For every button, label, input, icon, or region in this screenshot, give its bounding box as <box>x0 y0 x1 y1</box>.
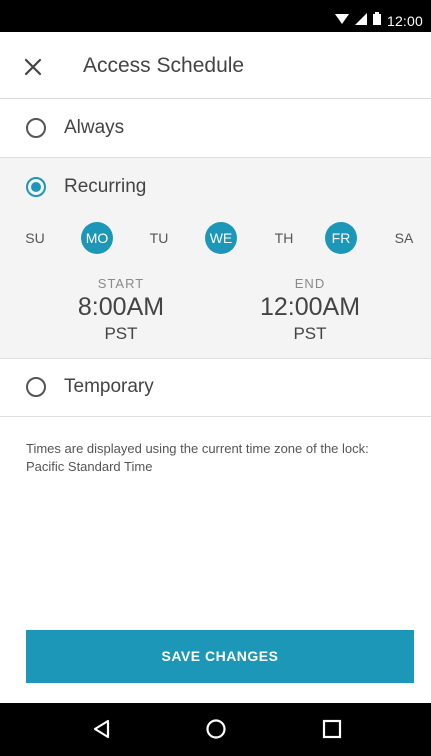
page-title: Access Schedule <box>83 54 245 77</box>
start-timezone: PST <box>104 324 138 343</box>
option-recurring-row[interactable]: Recurring SU MO TU WE TH FR SA START 8:0… <box>0 158 431 359</box>
timezone-note: Times are displayed using the current ti… <box>26 441 369 474</box>
always-label: Always <box>64 117 125 138</box>
battery-icon <box>372 12 381 30</box>
day-thursday[interactable]: TH <box>268 222 300 254</box>
day-saturday[interactable]: SA <box>388 222 420 254</box>
end-caption: END <box>294 276 326 291</box>
day-wednesday[interactable]: WE <box>205 222 237 254</box>
start-caption: START <box>97 276 145 291</box>
status-time: 12:00 <box>386 13 423 29</box>
day-sunday[interactable]: SU <box>19 222 51 254</box>
day-selector: SU MO TU WE TH FR SA <box>0 220 431 256</box>
temporary-label: Temporary <box>64 376 154 397</box>
recurring-radio[interactable] <box>26 177 46 197</box>
back-triangle-icon <box>93 719 110 739</box>
option-temporary-row[interactable]: Temporary <box>0 359 431 417</box>
day-friday[interactable]: FR <box>325 222 357 254</box>
end-time[interactable]: END 12:00AM PST <box>240 276 380 344</box>
status-icons: 12:00 <box>334 12 423 30</box>
navigation-bar <box>0 703 431 756</box>
recents-button[interactable] <box>320 717 344 741</box>
temporary-radio[interactable] <box>26 377 46 397</box>
wifi-icon <box>334 12 349 30</box>
end-time-value: 12:00AM <box>259 293 361 321</box>
close-button[interactable] <box>18 52 48 82</box>
back-button[interactable] <box>90 717 114 741</box>
start-time[interactable]: START 8:00AM PST <box>51 276 191 344</box>
save-changes-button[interactable]: SAVE CHANGES <box>26 630 414 683</box>
app-header: Access Schedule <box>0 32 431 99</box>
day-monday[interactable]: MO <box>81 222 113 254</box>
option-always-row[interactable]: Always <box>0 99 431 158</box>
recurring-label: Recurring <box>64 176 147 197</box>
day-tuesday[interactable]: TU <box>143 222 175 254</box>
home-button[interactable] <box>204 717 228 741</box>
status-bar: 12:00 <box>0 0 431 32</box>
close-icon <box>24 58 42 76</box>
home-circle-icon <box>206 719 226 739</box>
start-time-value: 8:00AM <box>77 293 165 321</box>
signal-icon <box>354 12 367 30</box>
always-radio[interactable] <box>26 118 46 138</box>
recents-square-icon <box>322 719 342 739</box>
end-timezone: PST <box>293 324 327 343</box>
